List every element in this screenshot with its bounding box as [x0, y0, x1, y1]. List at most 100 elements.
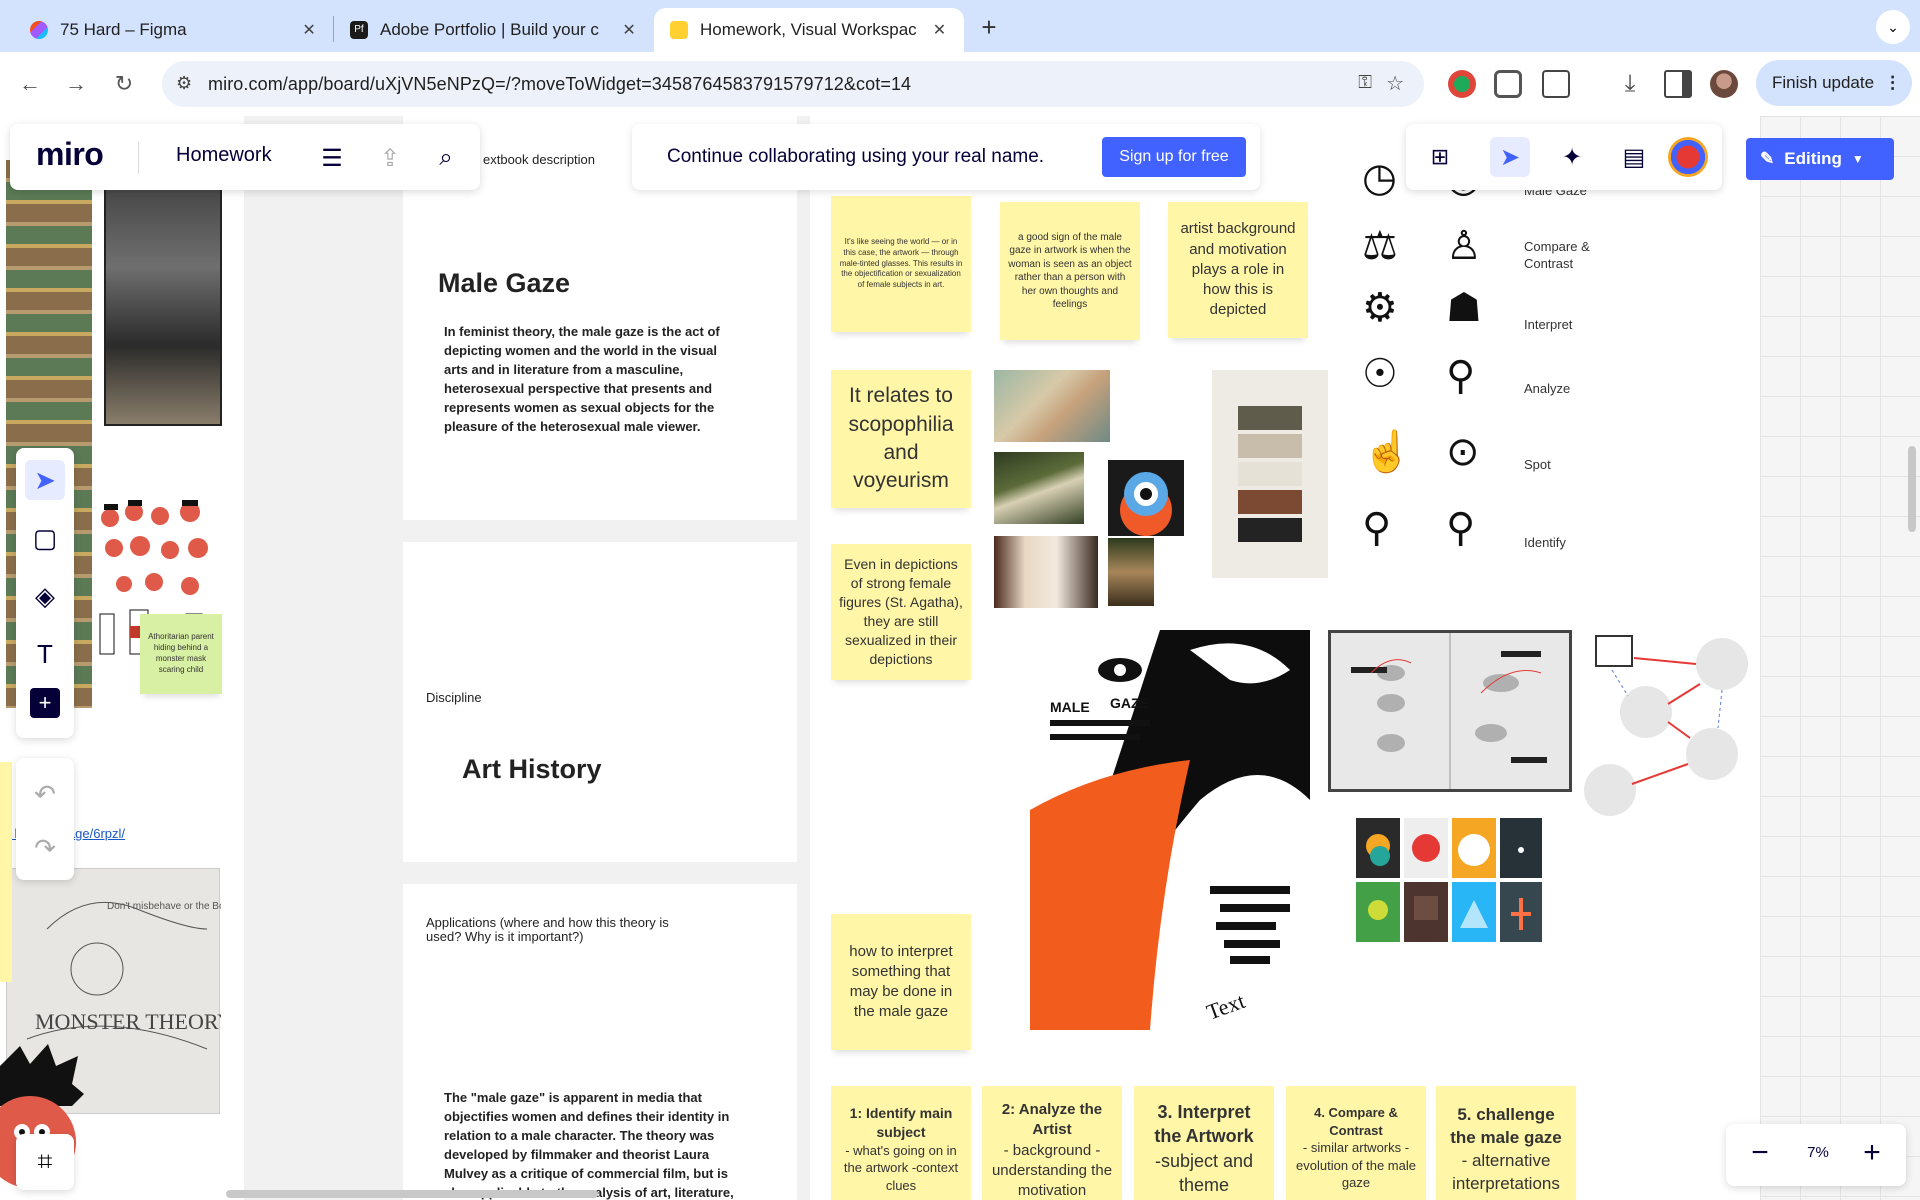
comment-icon[interactable]: ▤ [1614, 137, 1654, 177]
close-tab-icon[interactable]: ✕ [300, 20, 318, 40]
apps-icon[interactable]: ⊞ [1420, 137, 1460, 177]
text-tool-icon[interactable]: T [25, 634, 65, 674]
discipline-card[interactable]: Discipline Art History [403, 542, 797, 862]
undo-icon[interactable]: ↶ [25, 774, 65, 814]
horizontal-scrollbar[interactable] [226, 1190, 598, 1198]
site-settings-icon[interactable]: ⚙ [176, 73, 192, 94]
term-heading[interactable]: Male Gaze [438, 268, 570, 299]
step-body: -subject and theme [1154, 1150, 1254, 1195]
main-menu-icon[interactable]: ☰ [312, 138, 352, 178]
profile-avatar[interactable] [1710, 70, 1738, 98]
export-icon[interactable]: ⇪ [370, 138, 410, 178]
step-sticky[interactable]: 1: Identify main subject - what's going o… [831, 1086, 971, 1200]
applications-label: Applications (where and how this theory … [426, 915, 669, 944]
mind-map-snippet[interactable] [1572, 606, 1760, 834]
password-key-icon[interactable]: ⚿ [1358, 72, 1372, 93]
extension-grammar-icon[interactable] [1448, 70, 1476, 98]
extensions-puzzle-icon[interactable] [1542, 70, 1570, 98]
dark-illustration-image[interactable] [104, 160, 222, 426]
balance-scale-icon: ⚖ [1362, 224, 1398, 268]
zoom-in-icon[interactable]: + [1854, 1136, 1890, 1170]
male-gaze-poster[interactable]: MALE GAZE Text [1030, 630, 1310, 1030]
board-name[interactable]: Homework [176, 144, 272, 167]
bookmark-star-icon[interactable]: ☆ [1386, 71, 1404, 96]
verb-label[interactable]: Analyze [1524, 380, 1570, 397]
olympia-painting[interactable] [994, 536, 1098, 608]
reload-icon[interactable]: ↻ [108, 68, 140, 100]
textbook-label: extbook description [483, 152, 596, 167]
verb-label[interactable]: Spot [1524, 456, 1551, 473]
select-tool-icon[interactable]: ➤ [25, 460, 65, 500]
sticky-note[interactable]: how to interpret something that may be d… [831, 914, 971, 1050]
cursor-select-icon[interactable]: ➤ [1490, 137, 1530, 177]
step-body: - background - understanding the motivat… [991, 1141, 1113, 1200]
address-bar[interactable]: ⚙ miro.com/app/board/uXjVN5eNPzQ=/?moveT… [162, 61, 1424, 107]
birth-of-venus-painting[interactable] [994, 370, 1110, 442]
close-tab-icon[interactable]: ✕ [931, 20, 948, 40]
applications-card[interactable]: Applications (where and how this theory … [403, 884, 797, 1200]
verb-label[interactable]: Compare & Contrast [1524, 238, 1604, 272]
add-more-tools-icon[interactable]: + [30, 688, 60, 718]
sticky-note[interactable]: It relates to scopophilia and voyeurism [831, 370, 971, 508]
discipline-heading[interactable]: Art History [462, 754, 602, 785]
sticky-note[interactable]: Even in depictions of strong female figu… [831, 544, 971, 680]
step-sticky[interactable]: 3. Interpret the Artwork -subject and the… [1134, 1086, 1274, 1200]
finish-update-button[interactable]: Finish update ⋮ [1756, 60, 1912, 106]
verb-label[interactable]: Identify [1524, 534, 1566, 551]
sticky-note-edge[interactable] [0, 762, 12, 982]
touch-hand-icon: ☝ [1362, 430, 1412, 474]
extension-copilot-icon[interactable] [1494, 70, 1522, 98]
eye-head-illustration[interactable] [1108, 460, 1184, 536]
frames-icon[interactable]: ⌗ [16, 1134, 74, 1190]
st-agatha-painting[interactable] [1108, 538, 1154, 606]
step-sticky[interactable]: 2: Analyze the Artist - background - unde… [982, 1086, 1122, 1200]
tab-adobe-portfolio[interactable]: Pf Adobe Portfolio | Build your c ✕ [334, 8, 654, 52]
user-avatar[interactable] [1668, 137, 1708, 177]
color-palette-swatch[interactable] [1212, 370, 1328, 578]
graphic-poster-grid[interactable] [1356, 818, 1542, 942]
definition-text[interactable]: In feminist theory, the male gaze is the… [444, 322, 744, 436]
zoom-out-icon[interactable]: − [1742, 1136, 1778, 1170]
sticky-note[interactable]: It's like seeing the world — or in this … [831, 196, 971, 332]
collab-message: Continue collaborating using your real n… [667, 146, 1045, 167]
sign-up-button[interactable]: Sign up for free [1102, 137, 1246, 177]
chevron-down-icon: ▼ [1851, 152, 1864, 166]
shapes-tool-icon[interactable]: ◈ [25, 576, 65, 616]
editing-mode-button[interactable]: ✎ Editing ▼ [1746, 138, 1894, 180]
sketch-speech-text: Don't misbehave or the Boogeyman will ge… [107, 901, 221, 912]
side-panel-icon[interactable] [1664, 70, 1692, 98]
applications-text[interactable]: The "male gaze" is apparent in media tha… [444, 1088, 754, 1200]
url-text[interactable]: miro.com/app/board/uXjVN5eNPzQ=/?moveToW… [208, 74, 911, 95]
adobe-portfolio-favicon-icon: Pf [350, 21, 368, 39]
luncheon-on-the-grass-painting[interactable] [994, 452, 1084, 524]
miro-logo[interactable]: miro [36, 136, 104, 173]
book-spread-image[interactable] [1328, 630, 1572, 792]
forward-arrow-icon[interactable]: → [60, 68, 92, 100]
close-tab-icon[interactable]: ✕ [620, 20, 638, 40]
discipline-label: Discipline [426, 690, 482, 705]
step-title: 1: Identify main subject [849, 1105, 953, 1140]
tab-figma[interactable]: 75 Hard – Figma ✕ [14, 8, 334, 52]
tab-miro-homework[interactable]: Homework, Visual Workspac ✕ [654, 8, 964, 52]
back-arrow-icon[interactable]: ← [14, 68, 46, 100]
step-sticky[interactable]: 5. challenge the male gaze - alternative … [1436, 1086, 1576, 1200]
more-vert-icon[interactable]: ⋮ [1884, 73, 1901, 93]
download-icon[interactable]: ⤓ [1616, 70, 1644, 98]
step-title: 3. Interpret the Artwork [1154, 1102, 1254, 1147]
sticky-note-green[interactable]: Athoritarian parent hiding behind a mons… [140, 614, 222, 694]
new-tab-button[interactable]: + [974, 12, 1004, 43]
verb-label[interactable]: Interpret [1524, 316, 1572, 333]
gear-head-icon: ⚙ [1362, 286, 1398, 330]
step-title: 2: Analyze the Artist [1001, 1101, 1103, 1139]
step-sticky[interactable]: 4. Compare & Contrast - similar artworks … [1286, 1086, 1426, 1200]
sticky-note[interactable]: a good sign of the male gaze in artwork … [1000, 202, 1140, 340]
search-icon[interactable]: ⌕ [426, 138, 466, 178]
zoom-level[interactable]: 7% [1798, 1144, 1838, 1161]
sticky-note[interactable]: artist background and motivation plays a… [1168, 202, 1308, 338]
celebrate-icon[interactable]: ✦ [1552, 137, 1592, 177]
redo-icon[interactable]: ↷ [25, 828, 65, 868]
tab-search-chevron-icon[interactable]: ⌄ [1876, 10, 1910, 44]
vertical-scrollbar[interactable] [1908, 446, 1916, 532]
miro-board-canvas[interactable]: Athoritarian parent hiding behind a mons… [0, 116, 1920, 1200]
sticky-note-tool-icon[interactable]: ▢ [25, 518, 65, 558]
